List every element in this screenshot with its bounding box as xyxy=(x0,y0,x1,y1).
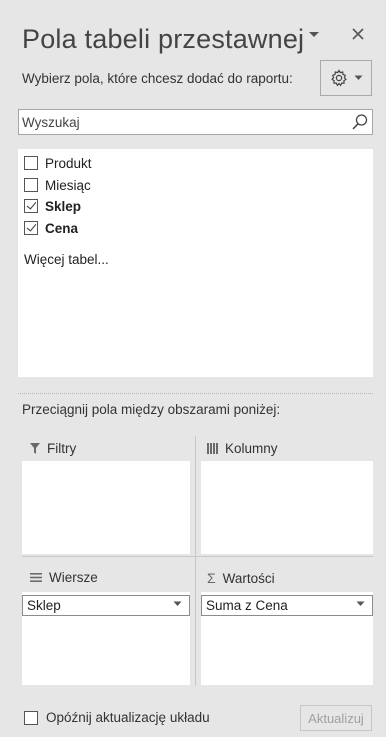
close-button[interactable] xyxy=(347,23,369,45)
values-area-header: Σ Wartości xyxy=(207,570,275,586)
task-pane-options-button[interactable] xyxy=(305,26,323,44)
pane-title: Pola tabeli przestawnej xyxy=(22,24,305,54)
chevron-down-icon[interactable] xyxy=(173,601,182,607)
drag-hint-label: Przeciągnij pola między obszarami poniże… xyxy=(22,402,281,417)
columns-area-header: Kolumny xyxy=(207,441,278,456)
pill-label: Sklep xyxy=(27,598,61,613)
rows-field-pill[interactable]: Sklep xyxy=(22,595,190,616)
search-box[interactable] xyxy=(18,109,373,135)
choose-fields-label: Wybierz pola, które chcesz dodać do rapo… xyxy=(22,71,293,86)
pill-label: Suma z Cena xyxy=(206,598,288,613)
update-button[interactable]: Aktualizuj xyxy=(300,705,372,731)
field-item-sklep[interactable]: Sklep xyxy=(24,196,81,216)
search-icon[interactable] xyxy=(351,113,369,131)
filters-area-label: Filtry xyxy=(47,441,77,456)
columns-icon xyxy=(207,443,218,454)
tools-button[interactable] xyxy=(320,60,372,96)
more-tables-link[interactable]: Więcej tabel... xyxy=(24,252,109,267)
filter-icon xyxy=(30,443,40,454)
values-area-label: Wartości xyxy=(222,570,275,586)
defer-layout-update[interactable]: Opóźnij aktualizację układu xyxy=(24,710,210,725)
rows-area-header: Wiersze xyxy=(30,570,98,585)
values-drop-area[interactable]: Suma z Cena xyxy=(201,592,373,685)
field-label: Produkt xyxy=(45,155,92,171)
sigma-icon: Σ xyxy=(207,570,216,586)
field-checkbox[interactable] xyxy=(24,156,38,170)
field-list: Produkt Miesiąc Sklep Cena Więcej tabel.… xyxy=(18,149,373,377)
field-checkbox[interactable] xyxy=(24,199,38,213)
field-label: Sklep xyxy=(45,198,82,214)
columns-area-label: Kolumny xyxy=(225,441,278,456)
close-icon xyxy=(352,28,364,40)
rows-area-label: Wiersze xyxy=(49,570,98,585)
field-checkbox[interactable] xyxy=(24,221,38,235)
chevron-down-icon xyxy=(309,32,319,37)
chevron-down-icon xyxy=(354,75,362,80)
pivot-field-list-pane: Pola tabeli przestawnej Wybierz pola, kt… xyxy=(0,0,386,737)
divider xyxy=(18,393,373,394)
field-item-produkt[interactable]: Produkt xyxy=(24,153,92,173)
values-field-pill[interactable]: Suma z Cena xyxy=(201,595,373,616)
area-separator xyxy=(22,556,373,557)
search-input[interactable] xyxy=(19,110,339,134)
filters-drop-area[interactable] xyxy=(22,461,190,554)
field-item-cena[interactable]: Cena xyxy=(24,218,78,238)
rows-drop-area[interactable]: Sklep xyxy=(22,592,190,685)
field-checkbox[interactable] xyxy=(24,178,38,192)
field-item-miesiac[interactable]: Miesiąc xyxy=(24,175,91,195)
defer-label: Opóźnij aktualizację układu xyxy=(46,710,210,725)
chevron-down-icon[interactable] xyxy=(356,601,365,607)
filters-area-header: Filtry xyxy=(30,441,76,456)
area-separator xyxy=(195,436,196,686)
columns-drop-area[interactable] xyxy=(201,461,373,554)
defer-checkbox[interactable] xyxy=(24,710,38,725)
field-label: Miesiąc xyxy=(45,177,91,193)
rows-icon xyxy=(30,573,42,582)
gear-icon xyxy=(330,69,347,87)
field-label: Cena xyxy=(45,220,79,236)
